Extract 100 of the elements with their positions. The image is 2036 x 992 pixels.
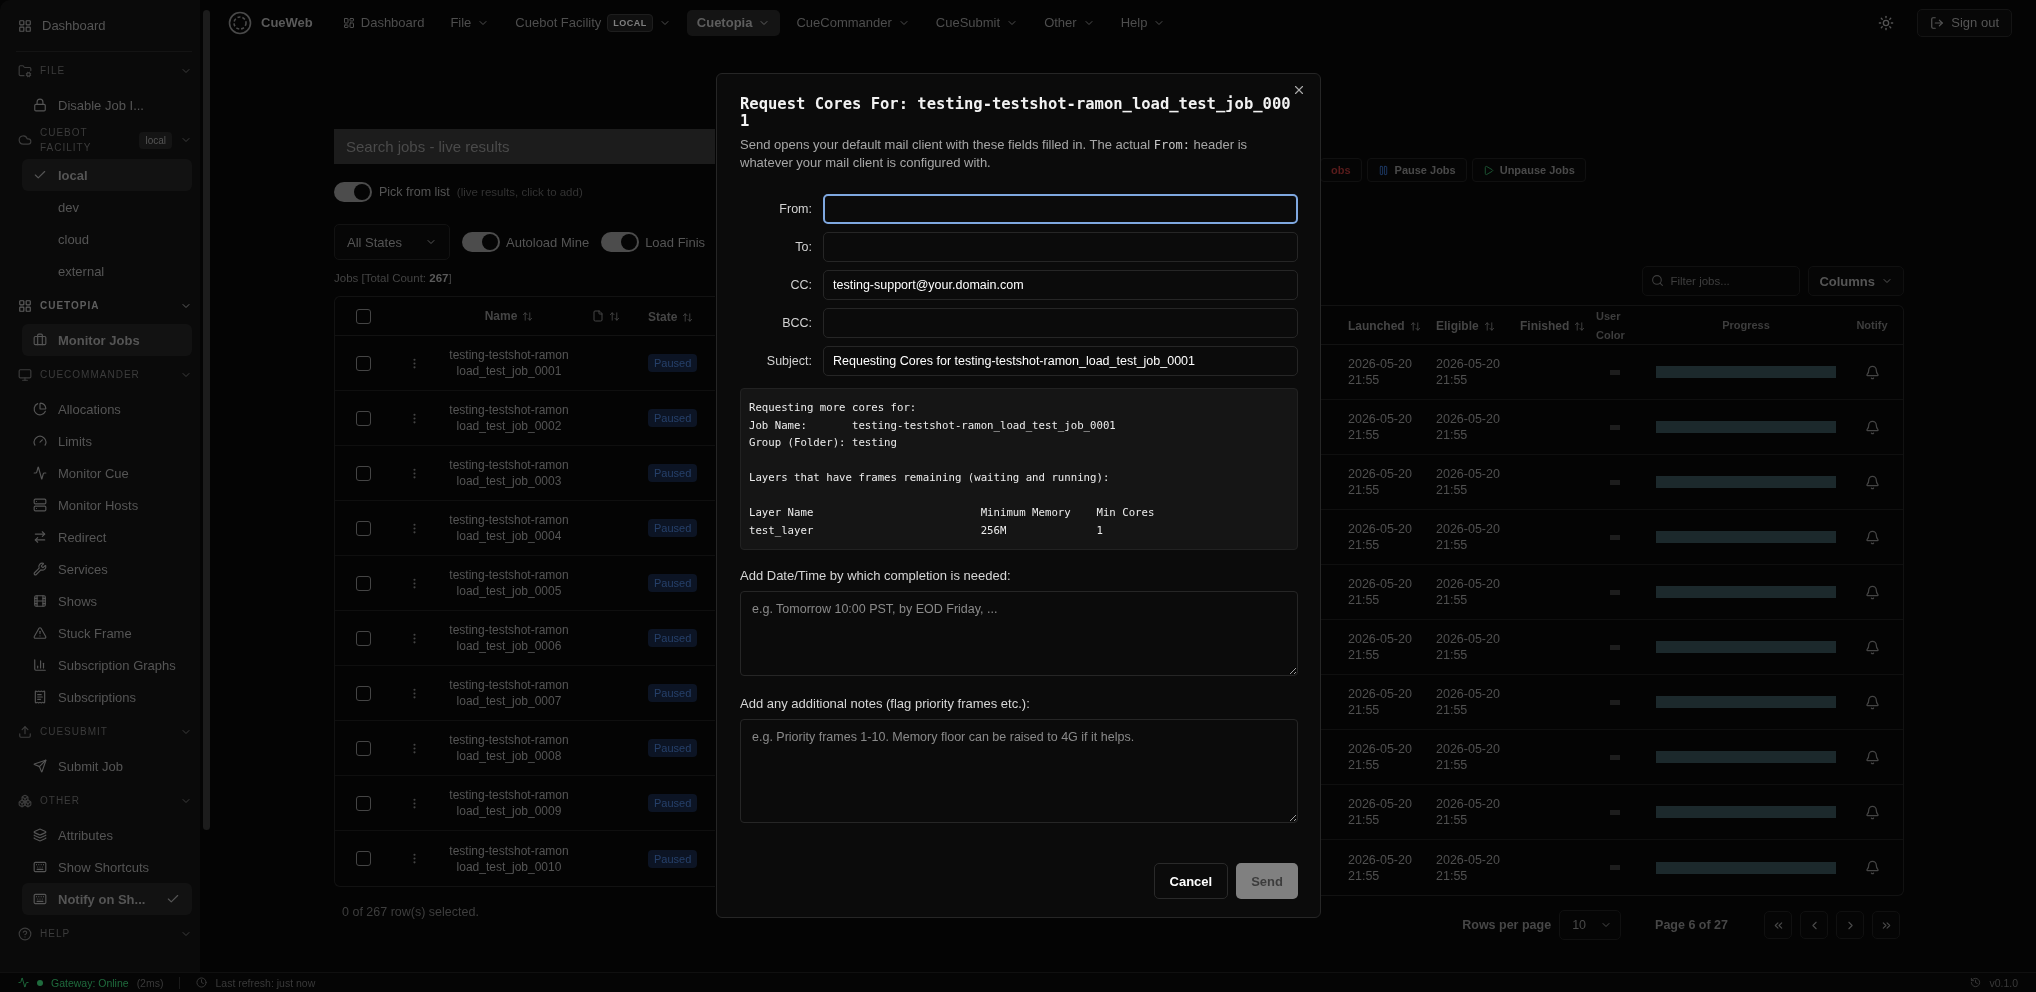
row-checkbox[interactable]	[355, 355, 371, 371]
input-field[interactable]: Requesting Cores for testing-testshot-ramon_load_test_job_0001	[823, 346, 1298, 376]
nav-menu[interactable]: Cuebot Facility LOCAL	[505, 9, 681, 36]
last-page-button[interactable]	[1872, 911, 1900, 939]
column-header[interactable]: Launched	[1348, 319, 1421, 333]
nav-item[interactable]: Subscription Graphs	[22, 649, 192, 681]
sign-out-button[interactable]: Sign out	[1917, 8, 2012, 37]
select-all-checkbox[interactable]	[355, 308, 371, 324]
clock-icon	[196, 977, 208, 988]
bell-icon[interactable]	[1864, 474, 1880, 490]
facility-option[interactable]: external	[22, 255, 192, 287]
nav-item[interactable]: Monitor Hosts	[22, 489, 192, 521]
row-checkbox[interactable]	[355, 575, 371, 591]
file-column-header[interactable]	[592, 310, 620, 322]
nav-item[interactable]: Shows	[22, 585, 192, 617]
kill-jobs-button[interactable]: obs	[1320, 158, 1362, 182]
row-checkbox[interactable]	[355, 795, 371, 811]
nav-item[interactable]: Stuck Frame	[22, 617, 192, 649]
scrollbar[interactable]	[203, 10, 210, 830]
column-header: User Color	[1596, 310, 1625, 341]
rows-per-page-select[interactable]: 10	[1559, 910, 1622, 940]
facility-option[interactable]: local	[22, 159, 192, 191]
facility-option[interactable]: dev	[22, 191, 192, 223]
toggle-label: Pick from list	[379, 185, 450, 199]
row-checkbox[interactable]	[355, 630, 371, 646]
bell-icon[interactable]	[1864, 419, 1880, 435]
column-header[interactable]: Name	[484, 309, 534, 323]
nav-menu[interactable]: CueSubmit	[925, 9, 1029, 36]
bell-icon[interactable]	[1864, 694, 1880, 710]
color-swatch	[1610, 865, 1620, 870]
date-cell-text: 2026-05-20 21:55	[1436, 686, 1501, 718]
row-checkbox[interactable]	[355, 465, 371, 481]
date-cell-text: 2026-05-20 21:55	[1436, 576, 1501, 608]
nav-item[interactable]: Disable Job I...	[22, 89, 192, 121]
facility-option[interactable]: cloud	[22, 223, 192, 255]
nav-item[interactable]: Redirect	[22, 521, 192, 553]
bell-icon[interactable]	[1864, 804, 1880, 820]
job-name: testing-testshot-ramon load_test_job_0005	[448, 567, 570, 599]
pause-jobs-button[interactable]: Pause Jobs	[1366, 158, 1467, 182]
facility-badge: LOCAL	[607, 13, 653, 32]
send-icon	[33, 759, 47, 773]
bell-icon[interactable]	[1864, 749, 1880, 765]
nav-item[interactable]: Show Shortcuts	[22, 851, 192, 883]
date-cell-text: 2026-05-20 21:55	[1348, 576, 1413, 608]
nav-menu[interactable]: Cuetopia	[686, 9, 781, 36]
nav-item[interactable]: Submit Job	[22, 750, 192, 782]
toggle-switch[interactable]	[462, 232, 500, 252]
section-toggle[interactable]: CUETOPIA	[16, 287, 192, 324]
column-header[interactable]: State	[648, 310, 694, 324]
nav-item[interactable]: Attributes	[22, 819, 192, 851]
unpause-jobs-button[interactable]: Unpause Jobs	[1471, 158, 1586, 182]
bell-icon[interactable]	[1864, 529, 1880, 545]
bell-icon[interactable]	[1864, 860, 1880, 875]
grid-icon	[18, 298, 32, 313]
row-checkbox[interactable]	[355, 520, 371, 536]
nav-link[interactable]: Dashboard	[332, 9, 435, 36]
bell-icon[interactable]	[1864, 584, 1880, 600]
nav-item[interactable]: Allocations	[22, 393, 192, 425]
nav-menu[interactable]: Help	[1110, 9, 1176, 36]
row-checkbox[interactable]	[355, 410, 371, 426]
filter-field[interactable]: Filter jobs...	[1642, 266, 1801, 296]
state-select[interactable]: All States	[334, 224, 450, 260]
monitor-icon	[18, 367, 32, 382]
close-button[interactable]	[1292, 83, 1306, 97]
nav-item[interactable]: Subscriptions	[22, 681, 192, 713]
column-header[interactable]: Eligible	[1436, 319, 1495, 333]
input-field[interactable]	[823, 232, 1298, 262]
film-icon	[33, 594, 47, 608]
wrench-icon	[33, 562, 47, 576]
row-checkbox[interactable]	[355, 851, 371, 866]
deadline-field[interactable]: e.g. Tomorrow 10:00 PST, by EOD Friday, ...	[740, 591, 1298, 676]
nav-menu[interactable]: CueCommander	[786, 9, 920, 36]
toggle-label: Load Finis	[645, 234, 706, 250]
first-page-button[interactable]	[1764, 911, 1792, 939]
nav-menu[interactable]: File	[440, 9, 500, 36]
input-field[interactable]: testing-support@your.domain.com	[823, 270, 1298, 300]
row-checkbox[interactable]	[355, 740, 371, 756]
file-icon	[592, 310, 604, 322]
nav-item[interactable]: Limits	[22, 425, 192, 457]
date-cell-text: 2026-05-20 21:55	[1348, 686, 1413, 718]
bell-icon[interactable]	[1864, 639, 1880, 655]
facility-badge: local	[139, 131, 172, 149]
nav-item[interactable]: Notify on Sh...	[22, 883, 192, 915]
input-field[interactable]	[823, 194, 1298, 224]
bell-icon[interactable]	[1864, 364, 1880, 380]
nav-item[interactable]: Services	[22, 553, 192, 585]
nav-menu[interactable]: Other	[1034, 9, 1105, 36]
toggle-switch[interactable]	[334, 182, 372, 202]
nav-item[interactable]: Dashboard	[16, 0, 192, 52]
nav-item[interactable]: Monitor Cue	[22, 457, 192, 489]
columns-button[interactable]: Columns	[1808, 266, 1904, 296]
notes-field[interactable]: e.g. Priority frames 1-10. Memory floor can be raised to 4G if it helps.	[740, 719, 1298, 823]
nav-item[interactable]: Monitor Jobs	[22, 324, 192, 356]
toggle-switch[interactable]	[601, 232, 640, 252]
row-checkbox[interactable]	[355, 685, 371, 701]
cancel-button[interactable]: Cancel	[1153, 863, 1229, 899]
dialog-description: Send opens your default mail client with these fields filled in. The actual From: header is whatever your mail client is configured with.	[740, 136, 1249, 172]
input-field[interactable]	[823, 308, 1298, 338]
column-header[interactable]: Finished	[1520, 319, 1586, 333]
status-badge: Paused	[648, 739, 698, 757]
